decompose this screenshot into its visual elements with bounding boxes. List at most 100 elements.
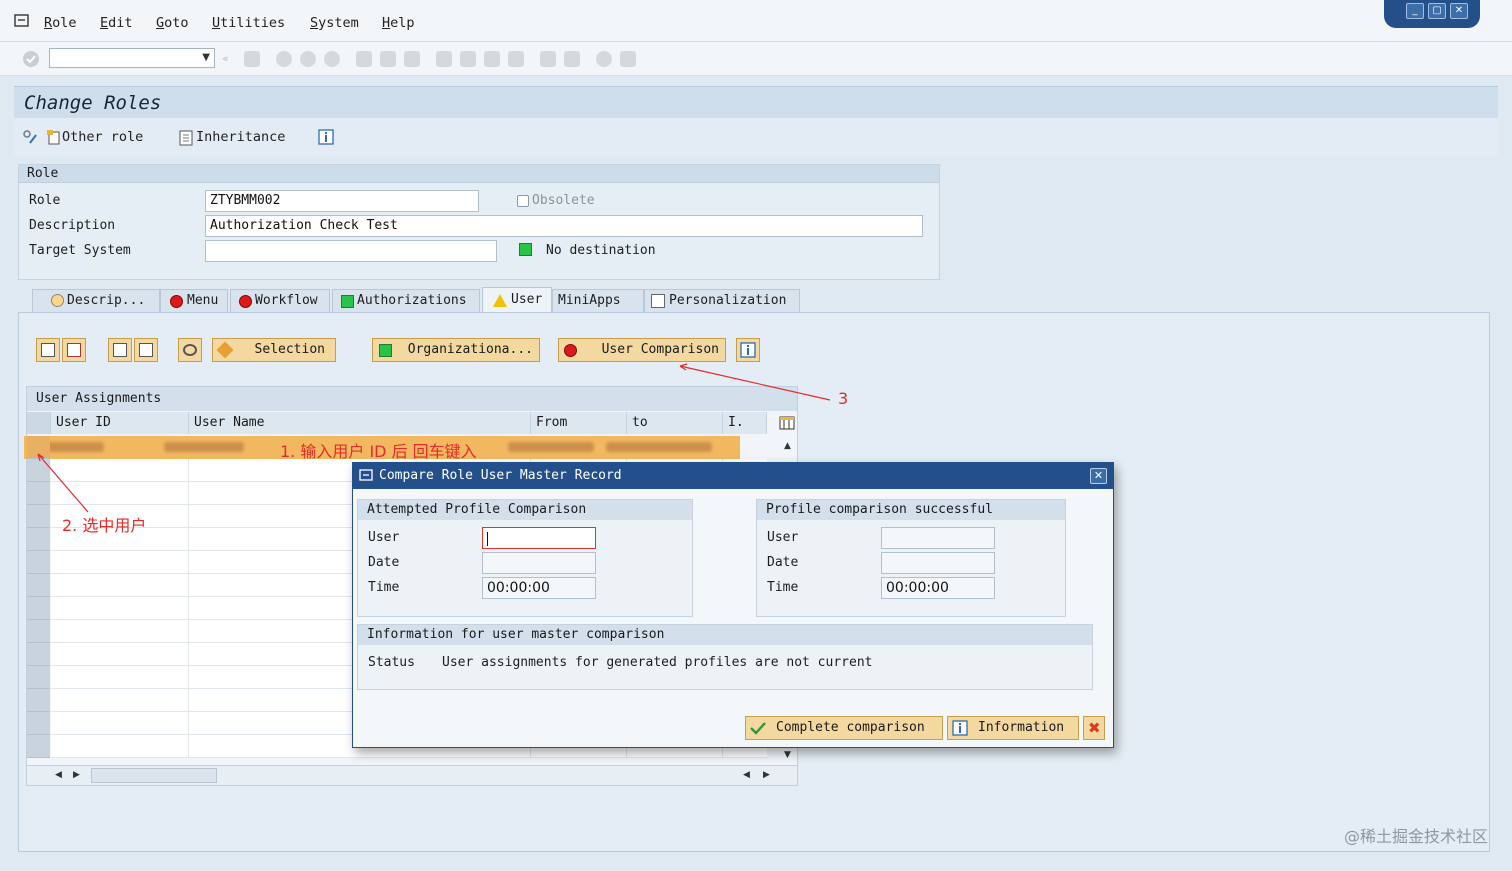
organizational-button[interactable]: Organizationa...	[372, 338, 540, 362]
deselect-all-button[interactable]	[134, 338, 158, 362]
target-system-field[interactable]	[205, 240, 497, 262]
inheritance-button[interactable]: Inheritance	[196, 129, 285, 145]
row-selector[interactable]	[27, 712, 50, 735]
row-selector[interactable]	[27, 597, 50, 620]
successful-time-label: Time	[767, 580, 798, 595]
cancel-icon[interactable]	[324, 51, 340, 67]
insert-row-button[interactable]	[36, 338, 60, 362]
information-button[interactable]: Information	[947, 716, 1079, 740]
restore-icon[interactable]: ▢	[1428, 3, 1446, 19]
enter-check-icon[interactable]	[22, 50, 40, 68]
redacted-user-name	[164, 442, 244, 452]
command-field[interactable]: ▼	[49, 48, 215, 68]
obsolete-checkbox[interactable]	[517, 195, 529, 207]
scroll-thumb[interactable]	[91, 768, 217, 783]
row-selector[interactable]	[27, 689, 50, 712]
chevron-down-icon[interactable]: ▼	[202, 52, 210, 63]
status-green-icon	[341, 295, 354, 308]
col-to[interactable]: to	[627, 412, 723, 434]
scroll-right-icon[interactable]: ▶	[763, 770, 770, 780]
row-selector[interactable]	[27, 528, 50, 551]
row-selector[interactable]	[27, 505, 50, 528]
col-indirect[interactable]: I.	[723, 412, 767, 434]
row-selector[interactable]	[27, 459, 50, 482]
dialog-title-text: Compare Role User Master Record	[379, 468, 622, 483]
description-field[interactable]: Authorization Check Test	[205, 215, 923, 237]
tab-miniapps[interactable]: MiniApps	[552, 289, 644, 313]
close-icon[interactable]: ✕	[1090, 468, 1107, 484]
role-field[interactable]: ZTYBMM002	[205, 190, 479, 212]
successful-date-label: Date	[767, 555, 798, 570]
row-selector[interactable]	[27, 666, 50, 689]
row-selector[interactable]	[27, 620, 50, 643]
menu-utilities[interactable]: Utilities	[212, 15, 285, 31]
menu-icon[interactable]	[14, 14, 30, 28]
display-change-icon[interactable]	[22, 129, 38, 145]
scroll-down-icon[interactable]: ▼	[784, 750, 791, 760]
tab-description-label: Descrip...	[67, 290, 145, 312]
minimize-icon[interactable]: _	[1406, 3, 1424, 19]
row-selector[interactable]	[27, 482, 50, 505]
previous-page-icon[interactable]	[460, 51, 476, 67]
horizontal-scrollbar[interactable]: ◀ ▶ ◀ ▶	[27, 765, 797, 785]
select-all-button[interactable]	[108, 338, 132, 362]
successful-date-field[interactable]	[881, 552, 995, 574]
save-icon[interactable]	[244, 51, 260, 67]
menu-edit[interactable]: Edit	[100, 15, 133, 31]
col-user-name[interactable]: User Name	[189, 412, 531, 434]
menu-role[interactable]: Role	[44, 15, 77, 31]
select-all-corner[interactable]	[27, 412, 51, 434]
scroll-left-icon[interactable]: ◀	[55, 770, 62, 780]
successful-user-field[interactable]	[881, 527, 995, 549]
next-page-icon[interactable]	[484, 51, 500, 67]
delete-row-button[interactable]	[62, 338, 86, 362]
info-button[interactable]	[736, 338, 760, 362]
scroll-right-icon[interactable]: ▶	[73, 770, 80, 780]
row-selector-selected[interactable]	[27, 436, 50, 459]
row-selector[interactable]	[27, 735, 50, 758]
attempted-date-field[interactable]	[482, 552, 596, 574]
complete-comparison-button[interactable]: Complete comparison	[745, 716, 943, 740]
tab-authorizations[interactable]: Authorizations	[332, 289, 480, 313]
tab-menu-label: Menu	[187, 290, 218, 312]
successful-time-field[interactable]: 00:00:00	[881, 577, 995, 599]
find-next-icon[interactable]	[404, 51, 420, 67]
tab-workflow[interactable]: Workflow	[230, 289, 330, 313]
dialog-menu-icon[interactable]	[359, 469, 374, 482]
exit-icon[interactable]	[300, 51, 316, 67]
column-settings-icon[interactable]	[779, 415, 795, 431]
info-icon[interactable]	[318, 129, 334, 145]
menu-system[interactable]: System	[310, 15, 359, 31]
shortcut-icon[interactable]	[564, 51, 580, 67]
other-role-button[interactable]: Other role	[62, 129, 143, 145]
menu-help[interactable]: Help	[382, 15, 415, 31]
tab-menu[interactable]: Menu	[160, 289, 228, 313]
tab-description[interactable]: Descrip...	[32, 289, 160, 313]
scroll-up-icon[interactable]: ▲	[784, 441, 791, 451]
row-selector[interactable]	[27, 574, 50, 597]
attempted-time-field[interactable]: 00:00:00	[482, 577, 596, 599]
selection-button[interactable]: Selection	[212, 338, 336, 362]
help-icon[interactable]	[596, 51, 612, 67]
print-icon[interactable]	[356, 51, 372, 67]
tab-personalization[interactable]: Personalization	[644, 289, 800, 313]
tab-user[interactable]: User	[482, 287, 552, 313]
col-from[interactable]: From	[531, 412, 627, 434]
find-icon[interactable]	[380, 51, 396, 67]
new-session-icon[interactable]	[540, 51, 556, 67]
first-page-icon[interactable]	[436, 51, 452, 67]
last-page-icon[interactable]	[508, 51, 524, 67]
user-comparison-button[interactable]: User Comparison	[558, 338, 726, 362]
row-selector[interactable]	[27, 551, 50, 574]
back-icon[interactable]	[276, 51, 292, 67]
row-selector[interactable]	[27, 643, 50, 666]
deselect-all-icon	[139, 343, 153, 357]
display-toggle-button[interactable]	[178, 338, 202, 362]
attempted-user-field[interactable]	[482, 527, 596, 549]
menu-goto[interactable]: Goto	[156, 15, 189, 31]
col-user-id[interactable]: User ID	[51, 412, 189, 434]
scroll-left-icon[interactable]: ◀	[743, 770, 750, 780]
close-window-icon[interactable]: ✕	[1450, 3, 1468, 19]
cancel-button[interactable]: ✖	[1083, 716, 1105, 740]
layout-menu-icon[interactable]	[620, 51, 636, 67]
